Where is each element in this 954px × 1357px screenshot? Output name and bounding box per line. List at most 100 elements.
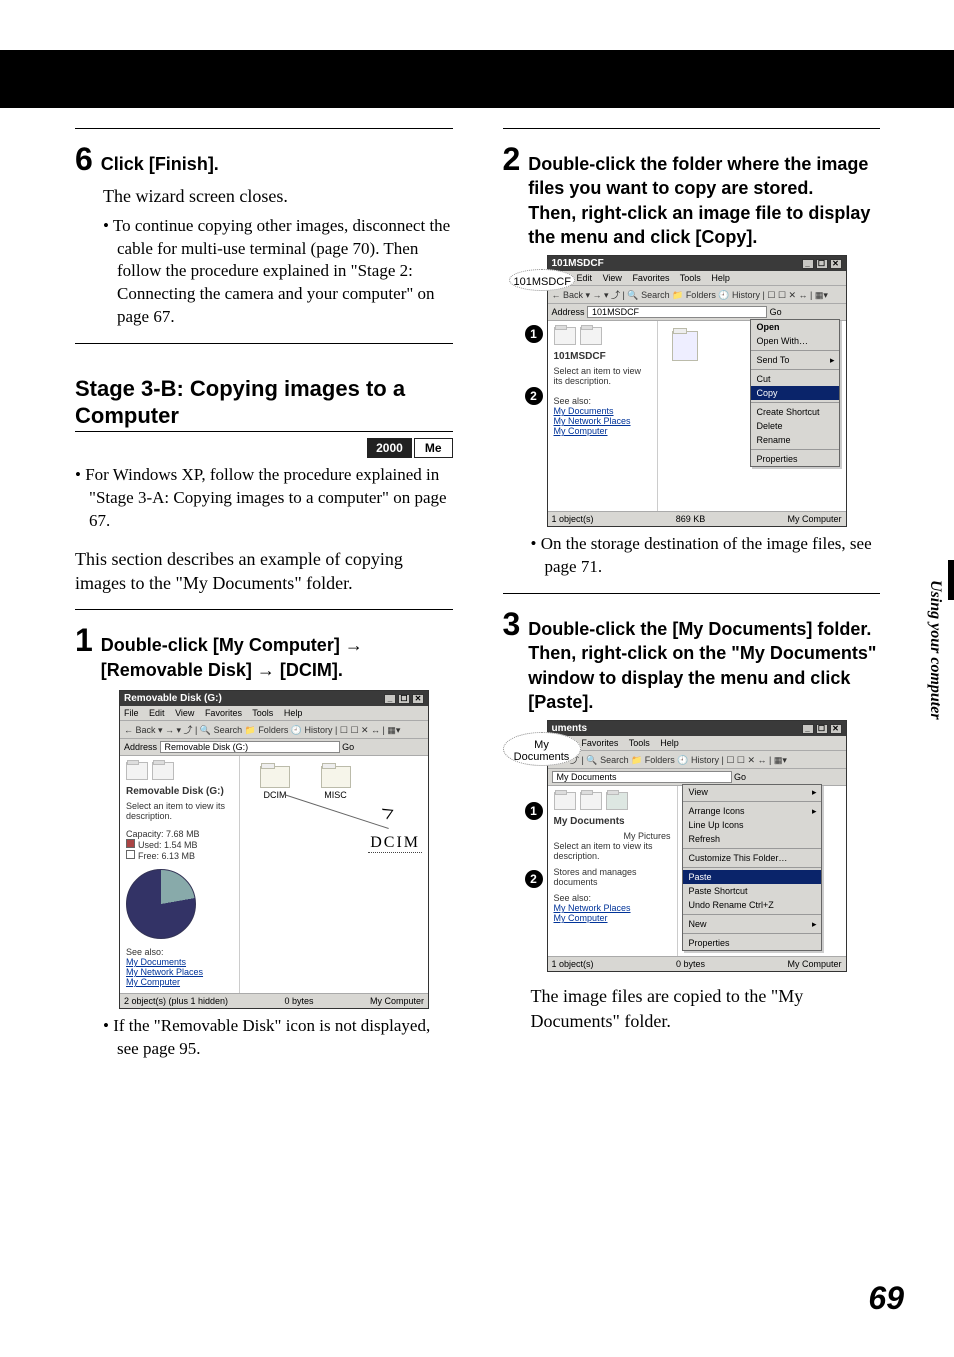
callout-1: 1 (525, 325, 543, 343)
ctx-item[interactable]: Create Shortcut (751, 405, 839, 419)
ctx-item[interactable]: Cut (751, 372, 839, 386)
menu-item[interactable]: Tools (252, 708, 273, 718)
ctx-item[interactable]: Refresh (683, 832, 821, 846)
window-controls: _☐✕ (802, 259, 842, 269)
toolbar-content[interactable]: ← Back ▾ → ▾ ⤴ | 🔍 Search 📁 Folders 🕘 Hi… (124, 725, 400, 735)
menu-item[interactable]: Help (660, 738, 679, 748)
link[interactable]: My Computer (554, 426, 651, 436)
max-icon[interactable]: ☐ (816, 259, 828, 269)
step-title: Double-click the folder where the image … (528, 152, 880, 249)
min-icon[interactable]: _ (802, 259, 814, 269)
context-menu[interactable]: Open Open With… Send To Cut Copy Create … (750, 319, 840, 467)
status-mid: 0 bytes (285, 996, 314, 1006)
ctx-item[interactable]: Send To (751, 353, 839, 367)
menu-item[interactable]: Help (284, 708, 303, 718)
go-button[interactable]: Go (734, 772, 746, 782)
top-black-band (0, 50, 954, 108)
address-field[interactable]: 101MSDCF (587, 306, 767, 318)
ctx-item[interactable]: Properties (683, 936, 821, 950)
link[interactable]: My Computer (554, 913, 671, 923)
folder-icon (260, 766, 290, 788)
toolbar-content[interactable]: ← Back ▾ → ▾ ⤴ | 🔍 Search 📁 Folders 🕘 Hi… (552, 290, 828, 300)
window-title: 101MSDCF (552, 258, 604, 269)
side-panel: Removable Disk (G:) Select an item to vi… (120, 756, 240, 993)
link[interactable]: My Network Places (554, 416, 651, 426)
address-field[interactable]: My Documents (552, 771, 732, 783)
ctx-item[interactable]: Open With… (751, 334, 839, 348)
ctx-item[interactable]: New (683, 917, 821, 931)
window-title: Removable Disk (G:) (124, 693, 222, 704)
menu-item[interactable]: View (175, 708, 194, 718)
link[interactable]: My Documents (126, 957, 233, 967)
go-button[interactable]: Go (342, 742, 354, 752)
see-also-label: See also: (554, 893, 671, 903)
ctx-item[interactable]: Arrange Icons (683, 804, 821, 818)
image-file[interactable] (672, 331, 698, 363)
titlebar: Removable Disk (G:) _☐✕ (120, 691, 428, 706)
side-desc: Select an item to view its description. (554, 841, 671, 861)
toolbar: → ▾ ⤴ | 🔍 Search 📁 Folders 🕘 History | ☐… (548, 751, 846, 769)
max-icon[interactable]: ☐ (398, 694, 410, 704)
statusbar: 1 object(s) 869 KB My Computer (548, 511, 846, 526)
ctx-item[interactable]: Undo Rename Ctrl+Z (683, 898, 821, 912)
capacity-value: 7.68 MB (166, 829, 200, 839)
bullet: For Windows XP, follow the procedure exp… (75, 464, 453, 533)
menu-item[interactable]: Tools (629, 738, 650, 748)
file-pane[interactable]: Open Open With… Send To Cut Copy Create … (658, 321, 846, 511)
ctx-item[interactable]: Delete (751, 419, 839, 433)
ctx-item[interactable]: Line Up Icons (683, 818, 821, 832)
ctx-item[interactable]: Paste Shortcut (683, 884, 821, 898)
ctx-item-paste[interactable]: Paste (683, 870, 821, 884)
link[interactable]: My Documents (554, 406, 651, 416)
rule (75, 609, 453, 610)
close-icon[interactable]: ✕ (412, 694, 424, 704)
menu-item[interactable]: File (124, 708, 139, 718)
max-icon[interactable]: ☐ (816, 724, 828, 734)
go-button[interactable]: Go (770, 307, 782, 317)
menu-item[interactable]: View (603, 273, 622, 283)
ctx-item[interactable]: Properties (751, 452, 839, 466)
stage-bullets: For Windows XP, follow the procedure exp… (75, 464, 453, 533)
ctx-item[interactable]: Rename (751, 433, 839, 447)
step-title: Click [Finish]. (101, 152, 219, 176)
step-6-heading: 6 Click [Finish]. (75, 143, 453, 176)
context-menu[interactable]: View Arrange Icons Line Up Icons Refresh… (682, 784, 822, 951)
status-mid: 0 bytes (676, 959, 705, 969)
menu-item[interactable]: Favorites (205, 708, 242, 718)
menu-item[interactable]: Help (711, 273, 730, 283)
rule (503, 128, 881, 129)
min-icon[interactable]: _ (384, 694, 396, 704)
folder-misc[interactable]: MISC (321, 766, 351, 800)
step-6-bullets: To continue copying other images, discon… (103, 215, 453, 330)
file-pane[interactable]: View Arrange Icons Line Up Icons Refresh… (678, 786, 846, 956)
ctx-item[interactable]: View (683, 785, 821, 799)
min-icon[interactable]: _ (802, 724, 814, 734)
rule (503, 593, 881, 594)
pill-folder-label: 101MSDCF (509, 269, 575, 291)
menu-item[interactable]: Edit (149, 708, 165, 718)
menu-item[interactable]: Tools (680, 273, 701, 283)
link[interactable]: My Network Places (554, 903, 671, 913)
pie-chart (126, 869, 196, 939)
callout-2: 2 (525, 870, 543, 888)
ctx-item-copy[interactable]: Copy (751, 386, 839, 400)
menu-item[interactable]: Favorites (581, 738, 618, 748)
side-desc: Select an item to view its description. (126, 801, 233, 821)
status-mid: 869 KB (676, 514, 706, 524)
link[interactable]: My Computer (126, 977, 233, 987)
close-icon[interactable]: ✕ (830, 259, 842, 269)
ctx-item[interactable]: Customize This Folder… (683, 851, 821, 865)
file-pane[interactable]: DCIM MISC DCIM (240, 756, 428, 993)
menubar: View Favorites Tools Help (548, 736, 846, 751)
used-value: 1.54 MB (164, 840, 198, 850)
step-2-heading: 2 Double-click the folder where the imag… (503, 143, 881, 249)
close-icon[interactable]: ✕ (830, 724, 842, 734)
menu-item[interactable]: Favorites (632, 273, 669, 283)
ctx-item[interactable]: Open (751, 320, 839, 334)
link[interactable]: My Network Places (126, 967, 233, 977)
address-field[interactable]: Removable Disk (G:) (160, 741, 340, 753)
step-6-body: The wizard screen closes. To continue co… (103, 184, 453, 329)
toolbar-content[interactable]: → ▾ ⤴ | 🔍 Search 📁 Folders 🕘 History | ☐… (552, 755, 787, 765)
address-label: Address (124, 742, 157, 752)
menu-item[interactable]: Edit (577, 273, 593, 283)
